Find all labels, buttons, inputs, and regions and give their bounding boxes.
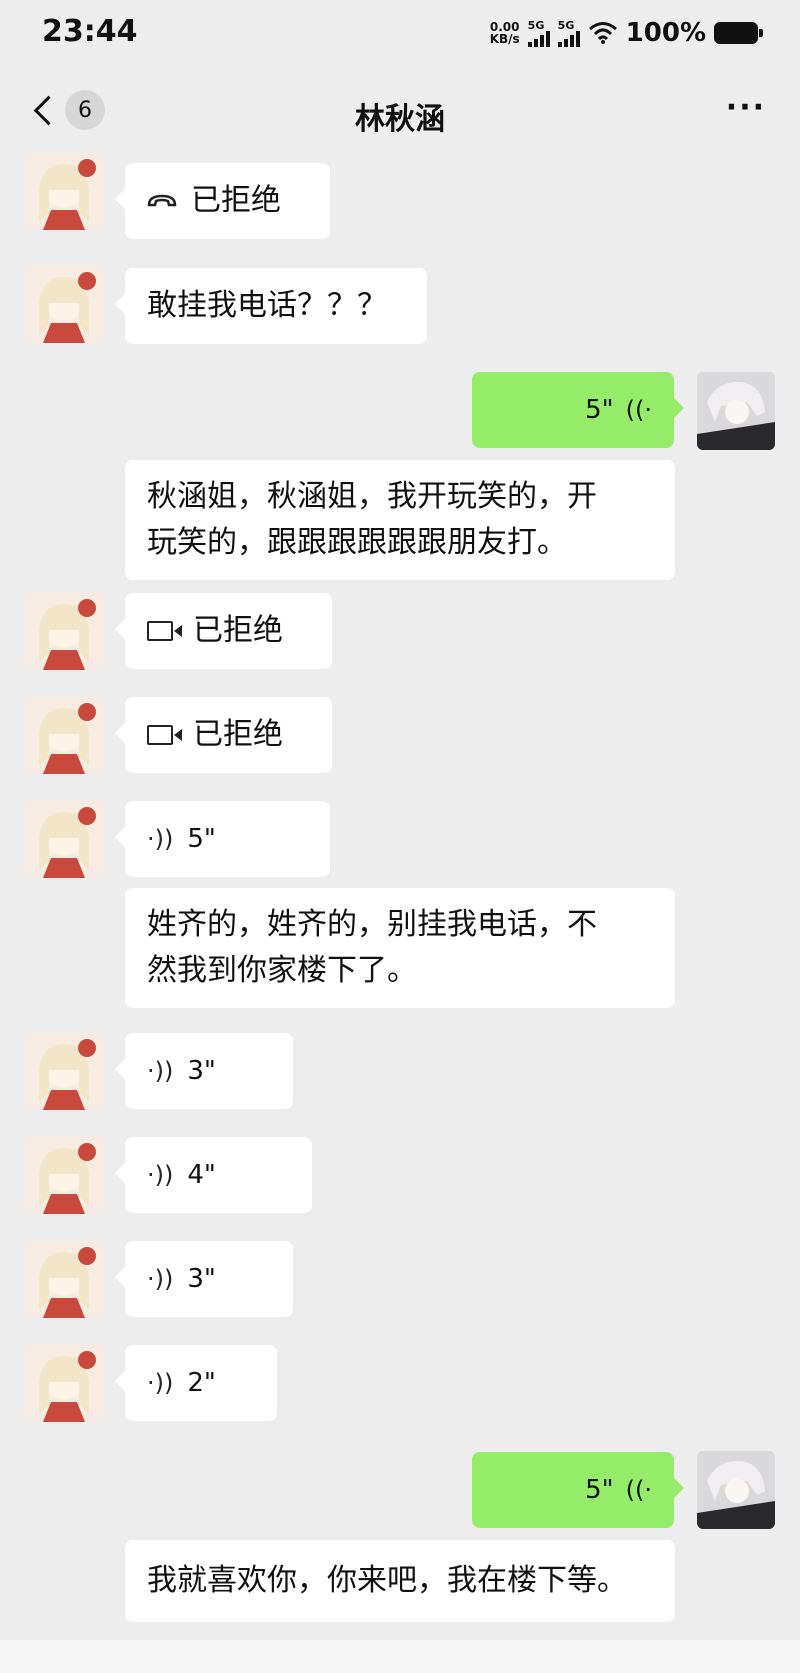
status-bar: 23:44 0.00 KB/s 5G 5G 100% xyxy=(0,0,800,72)
chat-header: 6 林秋涵 ··· xyxy=(0,80,800,150)
status-time: 23:44 xyxy=(42,14,138,49)
voice-wave-icon: ·)) xyxy=(147,1265,174,1293)
voice-transcript: 姓齐的，姓齐的，别挂我电话，不 然我到你家楼下了。 xyxy=(125,888,675,1008)
self-avatar[interactable] xyxy=(697,372,775,450)
video-call-icon xyxy=(147,725,182,745)
chat-title: 林秋涵 xyxy=(355,102,445,137)
contact-avatar[interactable] xyxy=(25,592,103,670)
message-bubble[interactable]: 敢挂我电话？？？ xyxy=(115,268,427,344)
voice-transcript: 我就喜欢你，你来吧，我在楼下等。 xyxy=(125,1540,675,1622)
self-avatar[interactable] xyxy=(697,1451,775,1529)
message-bubble[interactable]: 已拒绝 xyxy=(115,697,332,773)
more-options-button[interactable]: ··· xyxy=(726,90,766,125)
voice-message-bubble[interactable]: 5" ((· xyxy=(472,372,684,448)
voice-wave-icon: ·)) xyxy=(147,1369,174,1397)
contact-avatar[interactable] xyxy=(25,1136,103,1214)
battery-percent: 100% xyxy=(625,18,706,48)
message-bubble[interactable]: 已拒绝 xyxy=(115,593,332,669)
contact-avatar[interactable] xyxy=(25,265,103,343)
video-call-icon xyxy=(147,621,182,641)
battery-icon xyxy=(714,22,763,44)
signal-sim1-icon: 5G xyxy=(527,20,550,47)
input-toolbar xyxy=(0,1640,800,1673)
signal-sim2-icon: 5G xyxy=(557,20,580,47)
status-icons: 0.00 KB/s 5G 5G 100% xyxy=(489,18,763,48)
message-bubble[interactable]: 已拒绝 xyxy=(115,163,330,239)
voice-message-bubble[interactable]: ·)) 5" xyxy=(115,801,330,877)
voice-message-bubble[interactable]: 5" ((· xyxy=(472,1452,684,1528)
contact-avatar[interactable] xyxy=(25,1032,103,1110)
contact-avatar[interactable] xyxy=(25,696,103,774)
voice-transcript: 秋涵姐，秋涵姐，我开玩笑的，开 玩笑的，跟跟跟跟跟跟朋友打。 xyxy=(125,460,675,580)
voice-message-bubble[interactable]: ·)) 2" xyxy=(115,1345,277,1421)
voice-wave-icon: ((· xyxy=(625,396,652,424)
voice-message-bubble[interactable]: ·)) 3" xyxy=(115,1241,293,1317)
wifi-icon xyxy=(588,22,617,44)
voice-wave-icon: ((· xyxy=(625,1476,652,1504)
voice-wave-icon: ·)) xyxy=(147,825,174,853)
voice-message-bubble[interactable]: ·)) 3" xyxy=(115,1033,293,1109)
phone-hangup-icon xyxy=(147,194,177,207)
contact-avatar[interactable] xyxy=(25,1344,103,1422)
contact-avatar[interactable] xyxy=(25,1240,103,1318)
network-speed: 0.00 KB/s xyxy=(489,20,520,46)
voice-wave-icon: ·)) xyxy=(147,1161,174,1189)
voice-message-bubble[interactable]: ·)) 4" xyxy=(115,1137,312,1213)
contact-avatar[interactable] xyxy=(25,152,103,230)
voice-wave-icon: ·)) xyxy=(147,1057,174,1085)
contact-avatar[interactable] xyxy=(25,800,103,878)
